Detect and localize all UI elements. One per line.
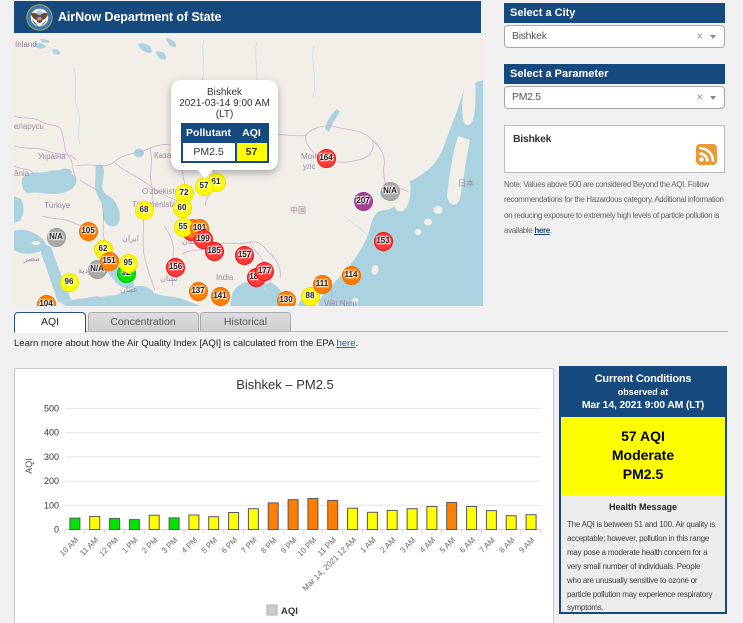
svg-text:ânia: ânia (14, 169, 30, 178)
svg-text:7 AM: 7 AM (478, 535, 497, 554)
svg-text:O'zbekisto: O'zbekisto (142, 187, 180, 196)
svg-text:中国: 中国 (290, 205, 306, 215)
svg-text:3 AM: 3 AM (398, 535, 417, 554)
svg-text:4 AM: 4 AM (418, 535, 437, 554)
svg-text:1 AM: 1 AM (359, 535, 378, 554)
svg-text:عمان: عمان (120, 285, 138, 294)
svg-text:8 PM: 8 PM (259, 535, 279, 555)
svg-text:AQI: AQI (281, 606, 298, 617)
svg-text:ايران: ايران (122, 234, 139, 243)
svg-text:9 AM: 9 AM (517, 535, 536, 554)
svg-text:5 PM: 5 PM (200, 535, 220, 555)
svg-text:улс: улс (303, 162, 316, 171)
svg-text:300: 300 (44, 452, 59, 462)
svg-text:7 PM: 7 PM (239, 535, 259, 555)
svg-text:1 PM: 1 PM (120, 535, 140, 555)
svg-text:2 AM: 2 AM (378, 535, 397, 554)
svg-text:0: 0 (54, 525, 59, 535)
svg-text:Türkiye: Türkiye (44, 201, 71, 210)
svg-text:еларусь: еларусь (14, 122, 44, 131)
svg-text:2 PM: 2 PM (140, 535, 160, 555)
svg-text:10 AM: 10 AM (58, 535, 81, 558)
svg-text:4 PM: 4 PM (180, 535, 200, 555)
svg-text:500: 500 (44, 403, 59, 413)
svg-text:مصر: مصر (23, 254, 40, 263)
svg-text:Việt Nam: Việt Nam (324, 299, 357, 306)
svg-text:200: 200 (44, 476, 59, 486)
svg-text:AQI: AQI (24, 458, 34, 474)
svg-text:6 PM: 6 PM (219, 535, 239, 555)
svg-text:8 AM: 8 AM (497, 535, 516, 554)
svg-text:6 AM: 6 AM (458, 535, 477, 554)
svg-text:ínland: ínland (15, 40, 37, 49)
svg-text:Bishkek – PM2.5: Bishkek – PM2.5 (236, 377, 334, 392)
svg-text:日本: 日本 (458, 178, 474, 188)
svg-text:Украіна: Украіна (38, 152, 66, 161)
svg-text:5 AM: 5 AM (438, 535, 457, 554)
svg-text:11 AM: 11 AM (78, 535, 100, 557)
svg-text:400: 400 (44, 428, 59, 438)
svg-text:India: India (216, 273, 234, 282)
svg-text:100: 100 (44, 500, 59, 510)
svg-text:10 PM: 10 PM (296, 535, 319, 558)
svg-text:12 PM: 12 PM (97, 535, 120, 558)
svg-text:3 PM: 3 PM (160, 535, 180, 555)
